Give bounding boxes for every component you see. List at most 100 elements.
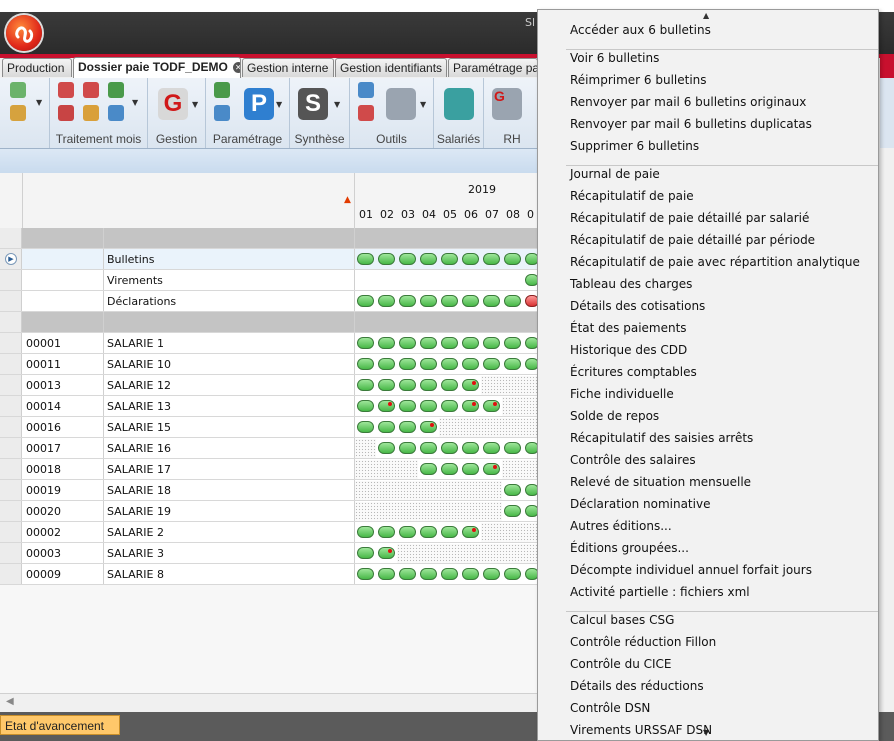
chevron-down-icon[interactable]: ▼ <box>192 100 198 109</box>
menu-item[interactable]: Décompte individuel annuel forfait jours <box>570 563 812 577</box>
close-icon[interactable]: ✕ <box>232 62 240 74</box>
menu-item[interactable]: Récapitulatif de paie <box>570 189 694 203</box>
employee-row[interactable]: 00002 SALARIE 2 <box>0 522 540 543</box>
status-pill-ok[interactable] <box>357 547 374 559</box>
status-pill-ok[interactable] <box>378 379 395 391</box>
employee-row[interactable]: 00016 SALARIE 15 <box>0 417 540 438</box>
status-pill-ok[interactable] <box>462 337 479 349</box>
employee-row[interactable]: 00011 SALARIE 10 <box>0 354 540 375</box>
status-pill-ok[interactable] <box>378 358 395 370</box>
status-pill-ok[interactable] <box>504 484 521 496</box>
status-pill-ok[interactable] <box>357 379 374 391</box>
status-pill-ok[interactable] <box>504 295 521 307</box>
row-selector[interactable] <box>0 459 22 479</box>
synthese-icon[interactable]: S <box>298 88 328 120</box>
chevron-down-icon[interactable]: ▼ <box>132 98 138 107</box>
status-pill-ok[interactable] <box>462 526 479 538</box>
horizontal-scrollbar[interactable]: ◀ <box>0 693 540 712</box>
employee-row[interactable]: 00020 SALARIE 19 <box>0 501 540 522</box>
menu-item[interactable]: Accéder aux 6 bulletins <box>570 23 711 37</box>
status-pill-ok[interactable] <box>462 568 479 580</box>
calculate-icon[interactable] <box>58 82 74 98</box>
employee-row[interactable]: 00003 SALARIE 3 <box>0 543 540 564</box>
chevron-down-icon[interactable]: ▼ <box>36 98 42 107</box>
status-pill-ok[interactable] <box>462 442 479 454</box>
status-pill-ok[interactable] <box>441 463 458 475</box>
menu-item[interactable]: Déclaration nominative <box>570 497 710 511</box>
menu-item[interactable]: Fiche individuelle <box>570 387 674 401</box>
status-pill-ok[interactable] <box>420 442 437 454</box>
tools-icon[interactable] <box>358 105 374 121</box>
row-selector[interactable] <box>0 312 22 332</box>
status-pill-ok[interactable] <box>420 400 437 412</box>
status-pill-ok[interactable] <box>462 400 479 412</box>
row-selector[interactable] <box>0 438 22 458</box>
tab-dossier-paie[interactable]: Dossier paie TODF_DEMO ✕ <box>73 57 241 78</box>
menu-item[interactable]: Récapitulatif de paie détaillé par salar… <box>570 211 809 225</box>
status-pill-ok[interactable] <box>504 337 521 349</box>
row-selector[interactable] <box>0 228 22 248</box>
row-selector[interactable] <box>0 270 22 290</box>
menu-item[interactable]: Contrôle réduction Fillon <box>570 635 716 649</box>
cancel-icon[interactable] <box>58 105 74 121</box>
progress-status-button[interactable]: Etat d'avancement <box>0 715 120 735</box>
status-pill-ok[interactable] <box>504 442 521 454</box>
status-pill-ok[interactable] <box>357 253 374 265</box>
group-header-row[interactable] <box>0 228 540 249</box>
menu-item[interactable]: Détails des cotisations <box>570 299 705 313</box>
status-pill-ok[interactable] <box>399 295 416 307</box>
row-selector[interactable] <box>0 354 22 374</box>
status-pill-ok[interactable] <box>462 358 479 370</box>
gestion-icon[interactable]: G <box>158 88 188 120</box>
status-pill-ok[interactable] <box>441 379 458 391</box>
status-pill-ok[interactable] <box>504 253 521 265</box>
status-pill-ok[interactable] <box>378 547 395 559</box>
status-pill-ok[interactable] <box>504 358 521 370</box>
status-pill-ok[interactable] <box>483 568 500 580</box>
status-pill-ok[interactable] <box>399 568 416 580</box>
row-selector[interactable] <box>0 417 22 437</box>
menu-item[interactable]: Réimprimer 6 bulletins <box>570 73 707 87</box>
menu-item[interactable]: Contrôle des salaires <box>570 453 696 467</box>
status-pill-ok[interactable] <box>462 463 479 475</box>
status-pill-ok[interactable] <box>441 400 458 412</box>
print-icon[interactable] <box>108 82 124 98</box>
row-selector[interactable] <box>0 522 22 542</box>
validate-icon[interactable] <box>83 82 99 98</box>
group-header-row[interactable] <box>0 312 540 333</box>
status-pill-ok[interactable] <box>399 442 416 454</box>
status-pill-ok[interactable] <box>441 295 458 307</box>
menu-item[interactable]: Activité partielle : fichiers xml <box>570 585 750 599</box>
status-pill-ok[interactable] <box>483 442 500 454</box>
scroll-left-icon[interactable]: ◀ <box>6 696 14 707</box>
row-selector[interactable] <box>0 543 22 563</box>
menu-item[interactable]: Solde de repos <box>570 409 659 423</box>
status-pill-ok[interactable] <box>462 253 479 265</box>
employee-row[interactable]: 00013 SALARIE 12 <box>0 375 540 396</box>
status-pill-ok[interactable] <box>357 568 374 580</box>
users-icon[interactable] <box>10 105 26 121</box>
status-pill-ok[interactable] <box>420 421 437 433</box>
row-selector[interactable] <box>0 564 22 584</box>
menu-item[interactable]: Relevé de situation mensuelle <box>570 475 751 489</box>
row-selector[interactable] <box>0 480 22 500</box>
status-pill-ok[interactable] <box>399 337 416 349</box>
tab-gestion-identifiants[interactable]: Gestion identifiants <box>335 58 447 77</box>
row-selector[interactable] <box>0 396 22 416</box>
status-pill-ok[interactable] <box>483 463 500 475</box>
status-pill-ok[interactable] <box>357 295 374 307</box>
row-selector[interactable] <box>0 375 22 395</box>
status-pill-ok[interactable] <box>420 295 437 307</box>
status-pill-ok[interactable] <box>399 400 416 412</box>
summary-row[interactable]: Déclarations <box>0 291 540 312</box>
status-pill-ok[interactable] <box>483 295 500 307</box>
sort-arrow-icon[interactable]: ▲ <box>344 195 351 205</box>
status-pill-ok[interactable] <box>378 400 395 412</box>
chevron-down-icon[interactable]: ▼ <box>276 100 282 109</box>
tab-parametrage-paie[interactable]: Paramétrage pa <box>448 58 538 77</box>
menu-item[interactable]: Renvoyer par mail 6 bulletins duplicatas <box>570 117 812 131</box>
building-icon[interactable] <box>386 88 416 120</box>
parametrage-icon[interactable]: P <box>244 88 274 120</box>
status-pill-ok[interactable] <box>378 337 395 349</box>
row-selector[interactable] <box>0 333 22 353</box>
